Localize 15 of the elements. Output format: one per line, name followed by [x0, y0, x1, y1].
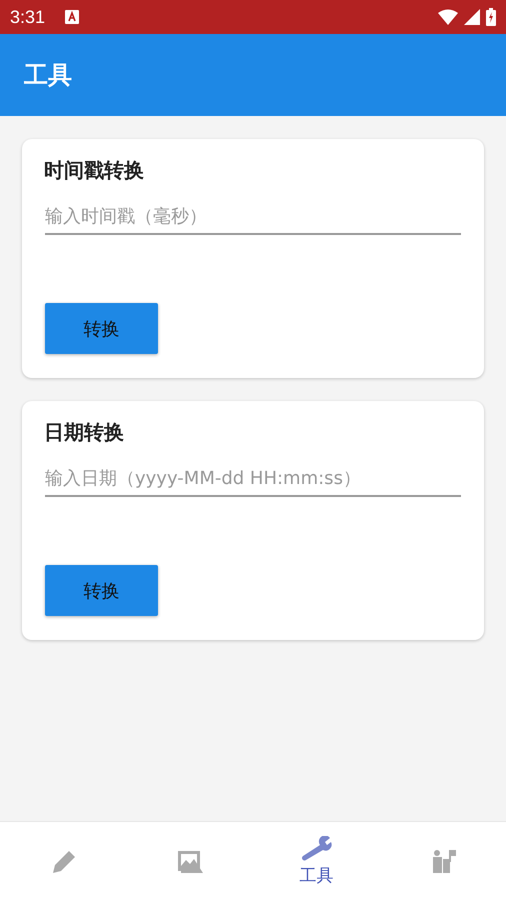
app-title: 工具: [24, 60, 72, 91]
notification-icon: [65, 10, 80, 24]
convert-button[interactable]: 转换: [45, 565, 158, 616]
nav-item[interactable]: 工具: [253, 822, 380, 900]
status-time: 3:31: [10, 6, 46, 28]
card-title: 时间戳转换: [44, 157, 144, 184]
battery-icon: [486, 8, 496, 26]
wifi-icon: [438, 9, 458, 25]
card-title: 日期转换: [44, 419, 124, 446]
nav-label: 工具: [299, 864, 334, 886]
convert-button[interactable]: 转换: [45, 303, 158, 354]
wrench-icon: [300, 836, 332, 862]
input-field[interactable]: 输入时间戳（毫秒）: [45, 202, 461, 235]
signal-icon: [464, 9, 480, 25]
input-field[interactable]: 输入日期（yyyy-MM-dd HH:mm:ss）: [45, 464, 461, 497]
